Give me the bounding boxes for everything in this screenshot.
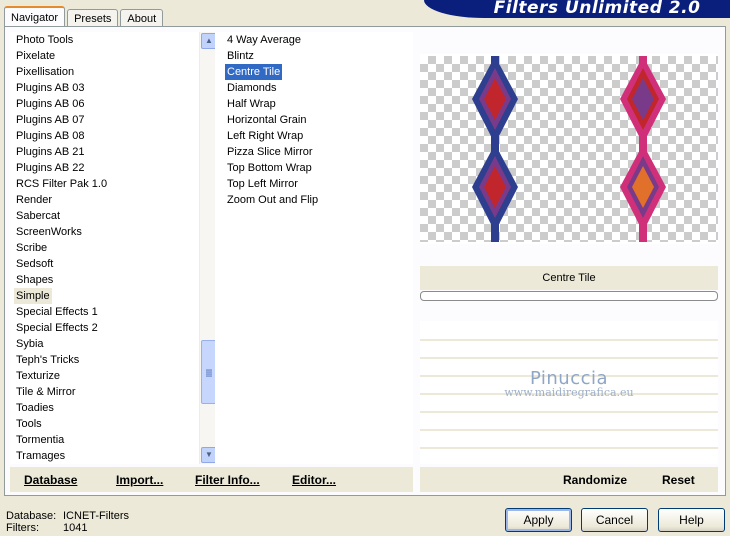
current-filter-name: Centre Tile: [420, 266, 718, 290]
filter-item[interactable]: Pizza Slice Mirror: [225, 144, 315, 160]
category-item[interactable]: Tramages: [14, 448, 67, 464]
filter-item[interactable]: Centre Tile: [225, 64, 283, 80]
filters-label: Filters:: [6, 522, 39, 534]
app-banner-title: Filters Unlimited 2.0: [424, 0, 730, 18]
category-item[interactable]: Plugins AB 22: [14, 160, 87, 176]
slider-divider: [420, 357, 718, 359]
filter-item[interactable]: Blintz: [225, 48, 256, 64]
category-item[interactable]: RCS Filter Pak 1.0: [14, 176, 109, 192]
import-button[interactable]: Import...: [116, 467, 163, 492]
preview-panel: [420, 54, 718, 244]
filter-item[interactable]: Diamonds: [225, 80, 279, 96]
reset-button[interactable]: Reset: [662, 467, 695, 492]
category-item[interactable]: Sybia: [14, 336, 46, 352]
randomize-button[interactable]: Randomize: [563, 467, 627, 492]
category-item[interactable]: Shapes: [14, 272, 55, 288]
category-item[interactable]: Tile & Mirror: [14, 384, 77, 400]
filter-item[interactable]: Zoom Out and Flip: [225, 192, 320, 208]
filter-item[interactable]: Half Wrap: [225, 96, 278, 112]
parameter-sliders-area: [420, 321, 718, 464]
slider-divider: [420, 429, 718, 431]
category-list[interactable]: Photo Tools Pixelate Pixellisation Plugins …: [10, 32, 217, 464]
preview-image: [472, 56, 666, 242]
category-item[interactable]: Pixelate: [14, 48, 57, 64]
tab-strip: Navigator Presets About: [4, 5, 165, 27]
category-item[interactable]: Photo Tools: [14, 32, 75, 48]
category-item[interactable]: Plugins AB 21: [14, 144, 87, 160]
slider-divider: [420, 411, 718, 413]
help-button[interactable]: Help: [658, 508, 725, 532]
category-item[interactable]: Sedsoft: [14, 256, 55, 272]
filter-item[interactable]: 4 Way Average: [225, 32, 303, 48]
right-diamond-column: [620, 56, 666, 242]
apply-button[interactable]: Apply: [505, 508, 572, 532]
filter-info-button[interactable]: Filter Info...: [195, 467, 260, 492]
left-diamond-column: [472, 56, 518, 242]
category-item[interactable]: Simple: [14, 288, 52, 304]
filters-count-info: Filters: 1041: [6, 522, 87, 535]
category-item[interactable]: Toadies: [14, 400, 56, 416]
tab-navigator[interactable]: Navigator: [4, 6, 66, 27]
category-item[interactable]: Plugins AB 07: [14, 112, 87, 128]
tab-about[interactable]: About: [120, 9, 164, 27]
category-item[interactable]: Tools: [14, 416, 44, 432]
category-item[interactable]: Sabercat: [14, 208, 62, 224]
category-item[interactable]: Teph's Tricks: [14, 352, 81, 368]
category-item[interactable]: ScreenWorks: [14, 224, 84, 240]
category-item[interactable]: Special Effects 1: [14, 304, 100, 320]
progress-bar: [420, 291, 718, 301]
category-item[interactable]: Plugins AB 06: [14, 96, 87, 112]
filters-count: 1041: [63, 522, 88, 534]
slider-divider: [420, 375, 718, 377]
slider-divider: [420, 447, 718, 449]
filter-item[interactable]: Top Bottom Wrap: [225, 160, 314, 176]
left-toolbar: Database Import... Filter Info... Editor…: [10, 467, 413, 492]
database-value: ICNET-Filters: [63, 510, 129, 522]
editor-button[interactable]: Editor...: [292, 467, 336, 492]
category-item[interactable]: Pixellisation: [14, 64, 76, 80]
grip-icon: ▬ ▬ ▬ ▬: [206, 367, 212, 379]
category-scrollbar[interactable]: ▲ ▬ ▬ ▬ ▬ ▼: [199, 32, 217, 464]
category-item[interactable]: Special Effects 2: [14, 320, 100, 336]
database-button[interactable]: Database: [24, 467, 77, 492]
slider-divider: [420, 339, 718, 341]
filter-list[interactable]: 4 Way Average Blintz Centre Tile Diamonds Ha…: [215, 32, 413, 464]
cancel-button[interactable]: Cancel: [581, 508, 648, 532]
tab-presets[interactable]: Presets: [67, 9, 119, 27]
category-item[interactable]: Render: [14, 192, 54, 208]
category-item[interactable]: Plugins AB 03: [14, 80, 87, 96]
filter-item[interactable]: Left Right Wrap: [225, 128, 305, 144]
category-item[interactable]: Tormentia: [14, 432, 66, 448]
category-item[interactable]: Texturize: [14, 368, 62, 384]
filter-item[interactable]: Horizontal Grain: [225, 112, 308, 128]
category-item[interactable]: Plugins AB 08: [14, 128, 87, 144]
category-item[interactable]: Scribe: [14, 240, 49, 256]
right-toolbar: Randomize Reset: [420, 467, 718, 492]
slider-divider: [420, 393, 718, 395]
filter-item[interactable]: Top Left Mirror: [225, 176, 300, 192]
